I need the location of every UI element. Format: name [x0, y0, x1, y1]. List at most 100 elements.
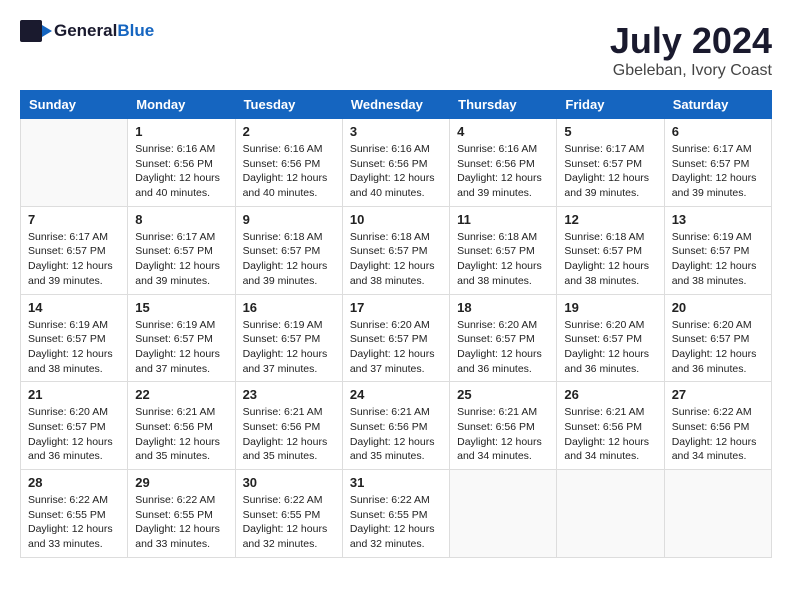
- day-number: 1: [135, 124, 227, 139]
- calendar-header-thursday: Thursday: [450, 91, 557, 119]
- week-row-4: 21 Sunrise: 6:20 AMSunset: 6:57 PMDayligh…: [21, 382, 772, 470]
- calendar: SundayMondayTuesdayWednesdayThursdayFrid…: [20, 90, 772, 558]
- calendar-cell: 4 Sunrise: 6:16 AMSunset: 6:56 PMDaylight…: [450, 119, 557, 207]
- day-info: Sunrise: 6:22 AMSunset: 6:55 PMDaylight:…: [243, 493, 335, 552]
- day-number: 10: [350, 212, 442, 227]
- day-number: 25: [457, 387, 549, 402]
- day-number: 4: [457, 124, 549, 139]
- day-number: 15: [135, 300, 227, 315]
- day-number: 16: [243, 300, 335, 315]
- calendar-header-sunday: Sunday: [21, 91, 128, 119]
- day-number: 14: [28, 300, 120, 315]
- calendar-cell: 5 Sunrise: 6:17 AMSunset: 6:57 PMDaylight…: [557, 119, 664, 207]
- calendar-cell: 29 Sunrise: 6:22 AMSunset: 6:55 PMDayligh…: [128, 470, 235, 558]
- day-number: 8: [135, 212, 227, 227]
- day-info: Sunrise: 6:17 AMSunset: 6:57 PMDaylight:…: [564, 142, 656, 201]
- calendar-cell: 8 Sunrise: 6:17 AMSunset: 6:57 PMDaylight…: [128, 206, 235, 294]
- day-number: 12: [564, 212, 656, 227]
- day-info: Sunrise: 6:18 AMSunset: 6:57 PMDaylight:…: [350, 230, 442, 289]
- calendar-cell: [450, 470, 557, 558]
- calendar-header-saturday: Saturday: [664, 91, 771, 119]
- day-info: Sunrise: 6:22 AMSunset: 6:55 PMDaylight:…: [135, 493, 227, 552]
- day-number: 21: [28, 387, 120, 402]
- day-number: 26: [564, 387, 656, 402]
- day-info: Sunrise: 6:22 AMSunset: 6:56 PMDaylight:…: [672, 405, 764, 464]
- day-info: Sunrise: 6:21 AMSunset: 6:56 PMDaylight:…: [350, 405, 442, 464]
- calendar-cell: 23 Sunrise: 6:21 AMSunset: 6:56 PMDayligh…: [235, 382, 342, 470]
- day-info: Sunrise: 6:22 AMSunset: 6:55 PMDaylight:…: [350, 493, 442, 552]
- calendar-cell: 28Sunrise: 6:22 AMSunset: 6:55 PMDayligh…: [21, 470, 128, 558]
- calendar-cell: [21, 119, 128, 207]
- week-row-3: 14 Sunrise: 6:19 AMSunset: 6:57 PMDayligh…: [21, 294, 772, 382]
- calendar-cell: 6Sunrise: 6:17 AMSunset: 6:57 PMDaylight…: [664, 119, 771, 207]
- calendar-cell: [664, 470, 771, 558]
- calendar-cell: 31 Sunrise: 6:22 AMSunset: 6:55 PMDayligh…: [342, 470, 449, 558]
- calendar-cell: 15 Sunrise: 6:19 AMSunset: 6:57 PMDayligh…: [128, 294, 235, 382]
- month-title: July 2024: [610, 20, 772, 62]
- day-info: Sunrise: 6:19 AMSunset: 6:57 PMDaylight:…: [28, 318, 120, 377]
- day-info: Sunrise: 6:18 AMSunset: 6:57 PMDaylight:…: [243, 230, 335, 289]
- logo: GeneralBlue: [20, 20, 154, 42]
- day-info: Sunrise: 6:21 AMSunset: 6:56 PMDaylight:…: [135, 405, 227, 464]
- calendar-cell: 14 Sunrise: 6:19 AMSunset: 6:57 PMDayligh…: [21, 294, 128, 382]
- day-number: 11: [457, 212, 549, 227]
- location-title: Gbeleban, Ivory Coast: [610, 62, 772, 80]
- calendar-cell: 30 Sunrise: 6:22 AMSunset: 6:55 PMDayligh…: [235, 470, 342, 558]
- calendar-cell: 27 Sunrise: 6:22 AMSunset: 6:56 PMDayligh…: [664, 382, 771, 470]
- week-row-1: 1 Sunrise: 6:16 AMSunset: 6:56 PMDaylight…: [21, 119, 772, 207]
- title-section: July 2024 Gbeleban, Ivory Coast: [610, 20, 772, 80]
- calendar-cell: 24Sunrise: 6:21 AMSunset: 6:56 PMDayligh…: [342, 382, 449, 470]
- day-info: Sunrise: 6:21 AMSunset: 6:56 PMDaylight:…: [457, 405, 549, 464]
- day-number: 18: [457, 300, 549, 315]
- day-number: 17: [350, 300, 442, 315]
- day-info: Sunrise: 6:19 AMSunset: 6:57 PMDaylight:…: [135, 318, 227, 377]
- day-number: 3: [350, 124, 442, 139]
- calendar-cell: 3Sunrise: 6:16 AMSunset: 6:56 PMDaylight…: [342, 119, 449, 207]
- calendar-header-tuesday: Tuesday: [235, 91, 342, 119]
- week-row-5: 28Sunrise: 6:22 AMSunset: 6:55 PMDayligh…: [21, 470, 772, 558]
- day-number: 31: [350, 475, 442, 490]
- day-number: 27: [672, 387, 764, 402]
- day-info: Sunrise: 6:16 AMSunset: 6:56 PMDaylight:…: [457, 142, 549, 201]
- calendar-cell: 26 Sunrise: 6:21 AMSunset: 6:56 PMDayligh…: [557, 382, 664, 470]
- day-info: Sunrise: 6:18 AMSunset: 6:57 PMDaylight:…: [564, 230, 656, 289]
- day-info: Sunrise: 6:19 AMSunset: 6:57 PMDaylight:…: [243, 318, 335, 377]
- day-info: Sunrise: 6:16 AMSunset: 6:56 PMDaylight:…: [135, 142, 227, 201]
- calendar-header-wednesday: Wednesday: [342, 91, 449, 119]
- day-info: Sunrise: 6:20 AMSunset: 6:57 PMDaylight:…: [672, 318, 764, 377]
- day-number: 29: [135, 475, 227, 490]
- calendar-cell: 20 Sunrise: 6:20 AMSunset: 6:57 PMDayligh…: [664, 294, 771, 382]
- day-number: 9: [243, 212, 335, 227]
- calendar-cell: 17 Sunrise: 6:20 AMSunset: 6:57 PMDayligh…: [342, 294, 449, 382]
- day-info: Sunrise: 6:17 AMSunset: 6:57 PMDaylight:…: [135, 230, 227, 289]
- day-number: 2: [243, 124, 335, 139]
- day-info: Sunrise: 6:20 AMSunset: 6:57 PMDaylight:…: [28, 405, 120, 464]
- calendar-header-row: SundayMondayTuesdayWednesdayThursdayFrid…: [21, 91, 772, 119]
- calendar-cell: 11 Sunrise: 6:18 AMSunset: 6:57 PMDayligh…: [450, 206, 557, 294]
- logo-general: General: [54, 21, 117, 40]
- calendar-cell: 9 Sunrise: 6:18 AMSunset: 6:57 PMDaylight…: [235, 206, 342, 294]
- day-info: Sunrise: 6:17 AMSunset: 6:57 PMDaylight:…: [28, 230, 120, 289]
- calendar-cell: 13Sunrise: 6:19 AMSunset: 6:57 PMDayligh…: [664, 206, 771, 294]
- logo-icon: [20, 20, 52, 42]
- day-info: Sunrise: 6:16 AMSunset: 6:56 PMDaylight:…: [243, 142, 335, 201]
- calendar-cell: 12 Sunrise: 6:18 AMSunset: 6:57 PMDayligh…: [557, 206, 664, 294]
- page-header: GeneralBlue July 2024 Gbeleban, Ivory Co…: [20, 20, 772, 80]
- day-number: 5: [564, 124, 656, 139]
- calendar-cell: 18Sunrise: 6:20 AMSunset: 6:57 PMDayligh…: [450, 294, 557, 382]
- day-info: Sunrise: 6:21 AMSunset: 6:56 PMDaylight:…: [243, 405, 335, 464]
- calendar-cell: 10 Sunrise: 6:18 AMSunset: 6:57 PMDayligh…: [342, 206, 449, 294]
- day-info: Sunrise: 6:20 AMSunset: 6:57 PMDaylight:…: [350, 318, 442, 377]
- week-row-2: 7 Sunrise: 6:17 AMSunset: 6:57 PMDaylight…: [21, 206, 772, 294]
- day-number: 7: [28, 212, 120, 227]
- day-number: 13: [672, 212, 764, 227]
- calendar-cell: 2 Sunrise: 6:16 AMSunset: 6:56 PMDaylight…: [235, 119, 342, 207]
- day-info: Sunrise: 6:21 AMSunset: 6:56 PMDaylight:…: [564, 405, 656, 464]
- day-number: 30: [243, 475, 335, 490]
- day-info: Sunrise: 6:20 AMSunset: 6:57 PMDaylight:…: [564, 318, 656, 377]
- calendar-header-friday: Friday: [557, 91, 664, 119]
- day-number: 23: [243, 387, 335, 402]
- day-number: 20: [672, 300, 764, 315]
- calendar-cell: 19Sunrise: 6:20 AMSunset: 6:57 PMDayligh…: [557, 294, 664, 382]
- day-info: Sunrise: 6:18 AMSunset: 6:57 PMDaylight:…: [457, 230, 549, 289]
